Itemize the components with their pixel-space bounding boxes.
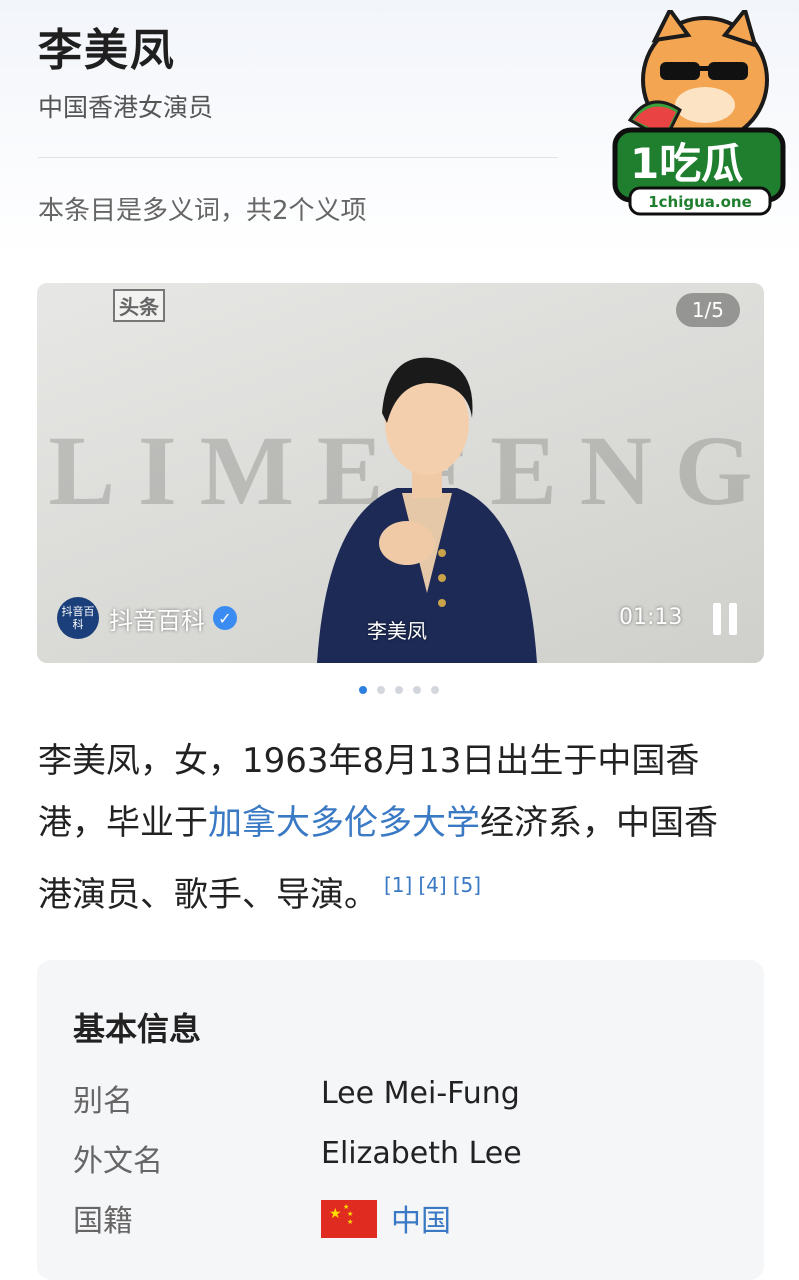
polysemy-note[interactable]: 本条目是多义词，共2个义项 xyxy=(38,190,367,227)
nationality-link[interactable]: 中国 xyxy=(391,1196,451,1240)
basic-info-title: 基本信息 xyxy=(73,1010,202,1048)
citation-link[interactable]: [4] xyxy=(418,873,446,897)
carousel-dot[interactable] xyxy=(359,686,367,694)
video-time: 01:13 xyxy=(619,605,683,630)
douyin-baike-logo-icon: 抖音百科 xyxy=(57,597,99,639)
video-caption: 李美凤 xyxy=(367,619,427,643)
info-key: 国籍 xyxy=(73,1204,133,1239)
video-person-image xyxy=(317,357,537,663)
carousel-indicator[interactable] xyxy=(359,686,439,694)
info-value: Lee Mei-Fung xyxy=(321,1076,520,1111)
summary-paragraph: 李美凤，女，1963年8月13日出生于中国香港，毕业于加拿大多伦多大学经济系，中… xyxy=(38,730,738,926)
carousel-dot[interactable] xyxy=(395,686,403,694)
slide-counter: 1/5 xyxy=(675,293,740,327)
university-link[interactable]: 加拿大多伦多大学 xyxy=(208,803,480,843)
carousel-dot[interactable] xyxy=(377,686,385,694)
video-source[interactable]: 抖音百科 抖音百科 ✓ xyxy=(57,597,237,639)
verified-check-icon: ✓ xyxy=(213,606,237,630)
citation-link[interactable]: [1] xyxy=(384,873,412,897)
carousel-dot[interactable] xyxy=(413,686,421,694)
china-flag-icon: ★ ★ ★ ★ xyxy=(321,1200,377,1238)
info-key: 外文名 xyxy=(73,1144,163,1179)
watermark-site: 1chigua.one xyxy=(648,193,752,211)
pause-button[interactable] xyxy=(711,603,739,635)
watermark-logo: 1吃瓜 1chigua.one xyxy=(612,10,786,216)
video-source-name: 抖音百科 xyxy=(109,606,205,635)
header-divider xyxy=(38,157,558,158)
info-key: 别名 xyxy=(73,1084,133,1119)
page-title: 李美凤 xyxy=(38,25,176,76)
info-value: Elizabeth Lee xyxy=(321,1136,522,1171)
toutiao-tag: 头条 xyxy=(113,289,165,322)
page-subtitle: 中国香港女演员 xyxy=(38,93,214,122)
citation-link[interactable]: [5] xyxy=(453,873,481,897)
carousel-dot[interactable] xyxy=(431,686,439,694)
video-player[interactable]: L I M E F E N G 头条 1/5 李美凤 抖音百科 抖音百科 ✓ 0… xyxy=(37,283,764,663)
svg-text:1吃瓜: 1吃瓜 xyxy=(630,139,743,188)
basic-info-card: 基本信息 别名 Lee Mei-Fung 外文名 Elizabeth Lee 国… xyxy=(37,960,764,1280)
